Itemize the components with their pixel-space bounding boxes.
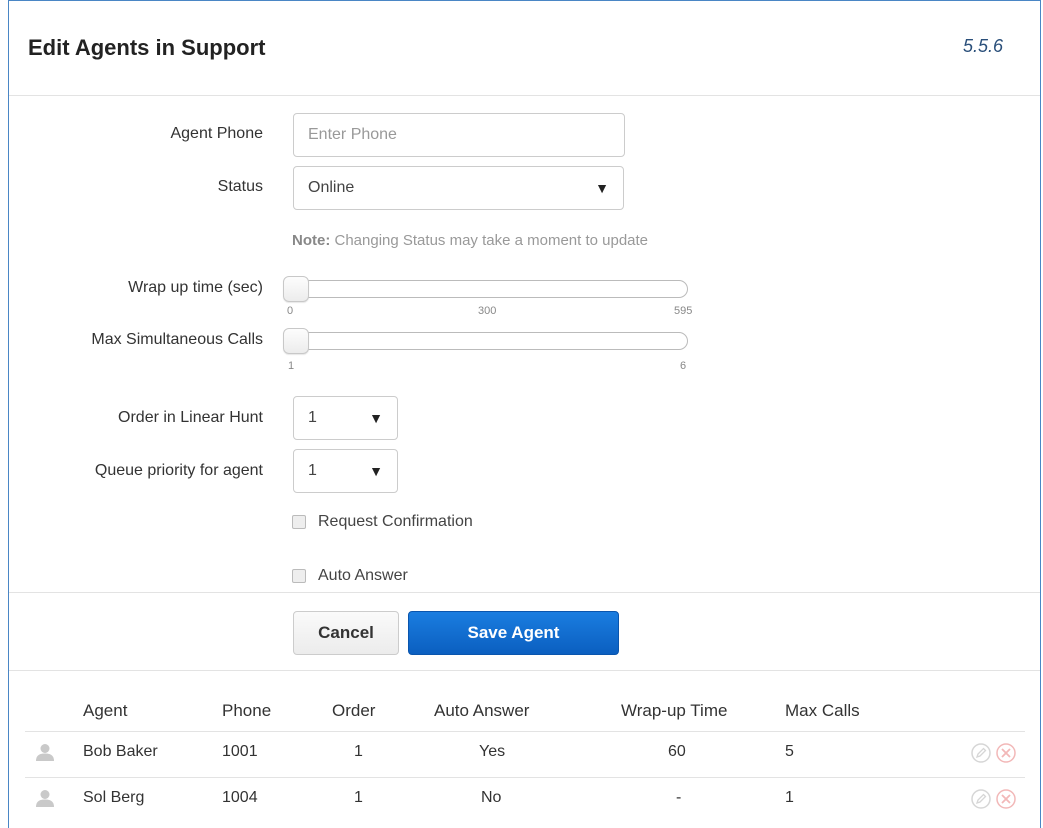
request-confirmation-row[interactable]: Request Confirmation bbox=[292, 513, 473, 531]
cancel-button[interactable]: Cancel bbox=[293, 611, 399, 655]
column-header-auto-answer: Auto Answer bbox=[434, 701, 530, 720]
max-calls-tick-min: 1 bbox=[288, 360, 295, 372]
column-header-phone: Phone bbox=[222, 701, 272, 720]
auto-answer-row[interactable]: Auto Answer bbox=[292, 567, 408, 585]
table-row-agent: Bob Baker bbox=[83, 743, 158, 760]
queue-priority-value: 1 bbox=[308, 462, 317, 479]
user-avatar-icon bbox=[36, 790, 54, 807]
table-row-order: 1 bbox=[354, 743, 363, 760]
wrap-up-slider-handle[interactable] bbox=[283, 276, 309, 302]
table-row-phone: 1001 bbox=[222, 743, 258, 760]
wrap-up-tick-min: 0 bbox=[287, 305, 294, 317]
table-header-divider bbox=[25, 731, 1025, 732]
delete-icon[interactable] bbox=[996, 789, 1016, 809]
status-select[interactable]: Online ▼ bbox=[293, 166, 624, 210]
queue-priority-select[interactable]: 1 ▼ bbox=[293, 449, 398, 493]
dropdown-arrow-icon: ▼ bbox=[595, 180, 609, 196]
wrap-up-tick-mid: 300 bbox=[478, 305, 497, 317]
max-calls-slider[interactable] bbox=[283, 328, 688, 354]
edit-icon[interactable] bbox=[971, 789, 991, 809]
table-row-max-calls: 5 bbox=[785, 743, 794, 760]
table-row-divider bbox=[25, 777, 1025, 778]
table-row-wrap-up: 60 bbox=[668, 743, 686, 760]
max-calls-slider-handle[interactable] bbox=[283, 328, 309, 354]
table-row-phone: 1004 bbox=[222, 789, 258, 806]
table-row-auto-answer: Yes bbox=[479, 743, 506, 760]
auto-answer-label: Auto Answer bbox=[318, 567, 408, 584]
status-note: Note: Changing Status may take a moment … bbox=[292, 232, 649, 249]
request-confirmation-label: Request Confirmation bbox=[318, 513, 473, 530]
wrap-up-slider[interactable] bbox=[283, 276, 688, 302]
wrap-up-tick-max: 595 bbox=[674, 305, 693, 317]
form-divider bbox=[9, 592, 1040, 593]
column-header-order: Order bbox=[332, 701, 376, 720]
table-row-max-calls: 1 bbox=[785, 789, 794, 806]
order-value: 1 bbox=[308, 409, 317, 426]
auto-answer-checkbox[interactable] bbox=[292, 569, 306, 583]
page-title: Edit Agents in Support bbox=[28, 35, 266, 60]
edit-icon[interactable] bbox=[971, 743, 991, 763]
buttons-divider bbox=[9, 670, 1040, 671]
table-row-agent: Sol Berg bbox=[83, 789, 145, 806]
table-row-wrap-up: - bbox=[676, 789, 682, 806]
version-label: 5.5.6 bbox=[962, 36, 1003, 56]
dropdown-arrow-icon: ▼ bbox=[369, 410, 383, 426]
wrap-up-label: Wrap up time (sec) bbox=[128, 279, 263, 296]
column-header-wrap-up-time: Wrap-up Time bbox=[621, 701, 728, 720]
request-confirmation-checkbox[interactable] bbox=[292, 515, 306, 529]
max-calls-label: Max Simultaneous Calls bbox=[91, 331, 263, 348]
user-avatar-icon bbox=[36, 744, 54, 761]
agent-phone-input[interactable] bbox=[293, 113, 625, 157]
dropdown-arrow-icon: ▼ bbox=[369, 463, 383, 479]
save-agent-button[interactable]: Save Agent bbox=[408, 611, 619, 655]
table-row-auto-answer: No bbox=[481, 789, 502, 806]
agent-phone-label: Agent Phone bbox=[170, 125, 263, 142]
queue-priority-label: Queue priority for agent bbox=[94, 462, 263, 479]
order-label: Order in Linear Hunt bbox=[118, 409, 263, 426]
column-header-max-calls: Max Calls bbox=[785, 701, 860, 720]
table-row-order: 1 bbox=[354, 789, 363, 806]
delete-icon[interactable] bbox=[996, 743, 1016, 763]
max-calls-tick-max: 6 bbox=[680, 360, 687, 372]
status-value: Online bbox=[308, 179, 355, 196]
order-select[interactable]: 1 ▼ bbox=[293, 396, 398, 440]
column-header-agent: Agent bbox=[83, 701, 128, 720]
header-divider bbox=[9, 95, 1040, 96]
status-label: Status bbox=[217, 178, 263, 195]
